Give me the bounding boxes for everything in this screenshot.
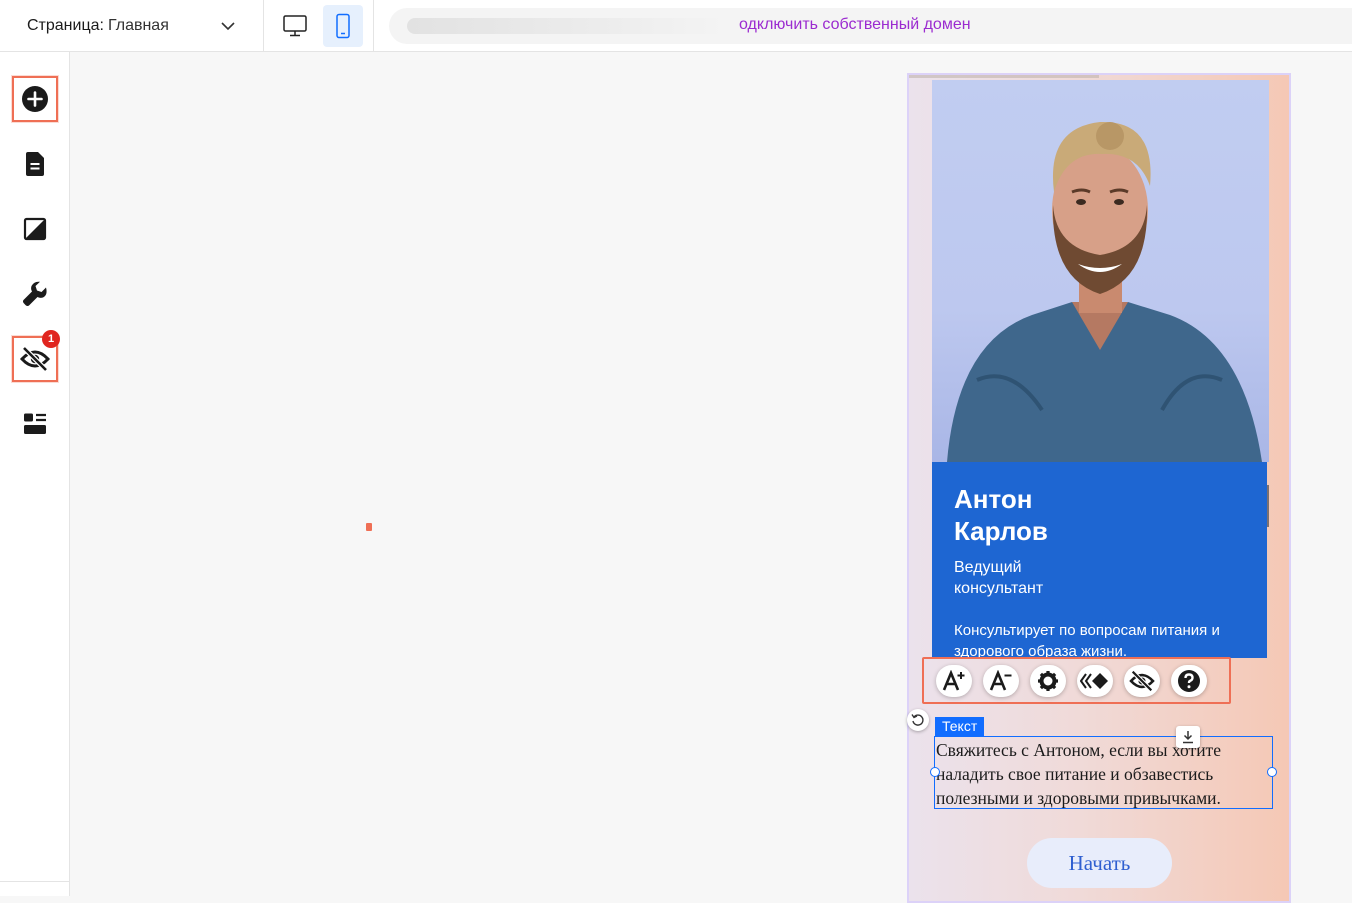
wrench-icon bbox=[22, 281, 47, 307]
site-url-blurred bbox=[407, 18, 727, 34]
animation-button[interactable] bbox=[1077, 665, 1113, 697]
add-elements-button[interactable] bbox=[12, 76, 58, 122]
desktop-icon bbox=[283, 15, 307, 37]
help-button[interactable] bbox=[1171, 665, 1207, 697]
page-selector-value: Главная bbox=[107, 17, 169, 34]
layout-button[interactable] bbox=[12, 401, 58, 447]
download-icon bbox=[1183, 731, 1193, 744]
plus-circle-icon bbox=[22, 86, 48, 112]
font-decrease-icon bbox=[989, 670, 1012, 691]
domain-bar: одключить собственный домен bbox=[389, 8, 1352, 44]
layout-icon bbox=[24, 413, 46, 434]
animation-icon bbox=[1080, 673, 1108, 689]
profile-role: Ведущий консультант bbox=[954, 559, 1044, 597]
eye-slash-icon bbox=[1129, 670, 1155, 692]
selected-element-tag: Текст bbox=[935, 717, 985, 736]
gear-icon bbox=[1038, 671, 1058, 691]
drag-handle[interactable] bbox=[1176, 726, 1200, 748]
connect-domain-link[interactable]: одключить собственный домен bbox=[739, 16, 971, 34]
page-icon bbox=[26, 152, 44, 176]
decrease-font-button[interactable] bbox=[983, 665, 1019, 697]
canvas-marker bbox=[366, 523, 372, 531]
rotate-handle[interactable] bbox=[907, 709, 929, 731]
font-increase-icon bbox=[942, 670, 965, 691]
profile-photo[interactable] bbox=[932, 80, 1269, 462]
sidebar-divider bbox=[0, 881, 70, 882]
profile-description: Консультирует по вопросам питания и здор… bbox=[954, 622, 1220, 660]
page-selector-label: Страница: bbox=[27, 17, 104, 34]
profile-card[interactable]: Антон Карлов Ведущий консультант Консуль… bbox=[932, 462, 1267, 660]
hidden-count-badge: 1 bbox=[42, 330, 60, 348]
start-button[interactable]: Начать bbox=[1027, 838, 1172, 888]
help-icon bbox=[1178, 670, 1200, 692]
settings-button[interactable] bbox=[1030, 665, 1066, 697]
left-sidebar: 1 bbox=[0, 52, 70, 896]
eye-slash-icon bbox=[20, 346, 50, 372]
card-edge bbox=[1267, 485, 1269, 527]
pages-button[interactable] bbox=[12, 141, 58, 187]
mobile-view-button[interactable] bbox=[323, 5, 363, 47]
increase-font-button[interactable] bbox=[936, 665, 972, 697]
profile-name: Антон Карлов bbox=[954, 484, 1048, 546]
top-bar: Страница: Главная одключить собственный … bbox=[0, 0, 1352, 52]
portrait-illustration bbox=[947, 121, 1262, 462]
tools-button[interactable] bbox=[12, 271, 58, 317]
desktop-view-button[interactable] bbox=[275, 5, 315, 47]
mobile-icon bbox=[336, 13, 350, 39]
hidden-elements-button[interactable]: 1 bbox=[12, 330, 60, 382]
element-toolbar bbox=[922, 657, 1231, 704]
design-button[interactable] bbox=[12, 206, 58, 252]
resize-handle-right[interactable] bbox=[1267, 767, 1277, 777]
resize-handle-left[interactable] bbox=[930, 767, 940, 777]
device-switcher bbox=[265, 0, 374, 52]
chevron-down-icon bbox=[221, 22, 235, 31]
rotate-icon bbox=[911, 714, 924, 726]
preview-top-line bbox=[909, 75, 1099, 78]
theme-icon bbox=[23, 217, 47, 241]
hide-element-button[interactable] bbox=[1124, 665, 1160, 697]
selected-text-box[interactable]: Свяжитесь с Антоном, если вы хотите нала… bbox=[934, 736, 1273, 809]
page-selector[interactable]: Страница: Главная bbox=[0, 0, 264, 52]
